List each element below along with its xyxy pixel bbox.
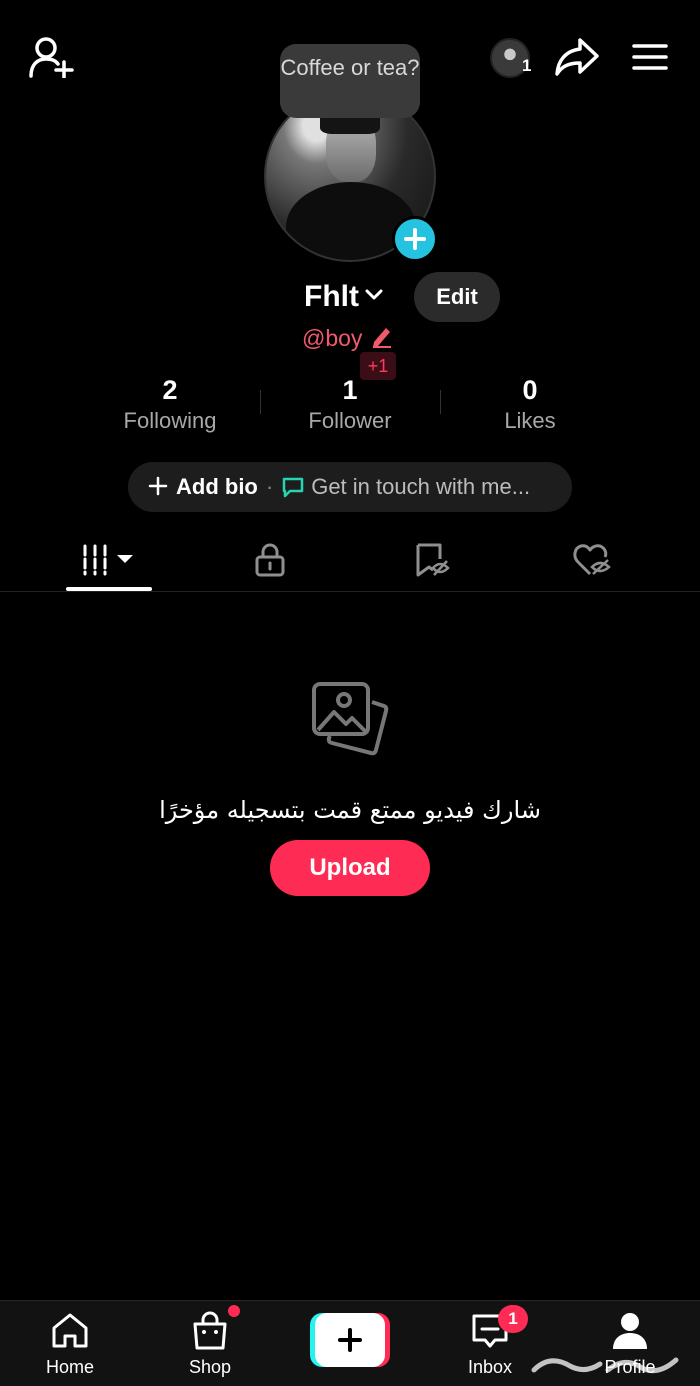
username-handle: @boy	[302, 324, 363, 351]
bookmark-hidden-icon	[416, 543, 450, 577]
profile-stats: 2 Following 1 Follower 0 Likes	[80, 374, 620, 440]
stat-following[interactable]: 2 Following	[80, 374, 260, 436]
empty-state-message: شارك فيديو ممتع قمت بتسجيله مؤخرًا	[159, 796, 541, 824]
tab-saved[interactable]	[387, 530, 477, 590]
add-bio-label[interactable]: Add bio	[176, 474, 258, 500]
grid-icon	[83, 544, 133, 576]
photos-icon	[0, 680, 700, 760]
nav-shop-label: Shop	[188, 1357, 232, 1377]
stat-label: Following	[123, 408, 217, 433]
profile-tabs	[0, 530, 700, 592]
share-arrow-icon	[555, 38, 599, 76]
stat-value: 1	[342, 375, 358, 405]
stat-label: Follower	[308, 408, 392, 433]
bio-pill[interactable]: Add bio · Get in touch with me...	[128, 462, 572, 512]
name-row: Fhlt Edit	[0, 272, 700, 324]
hamburger-menu-icon	[632, 44, 668, 70]
add-story-button[interactable]	[392, 216, 438, 262]
chat-bubble-icon	[281, 475, 305, 499]
nav-home[interactable]: Home	[20, 1301, 120, 1386]
viewer-count: 1	[522, 56, 532, 75]
empty-state: شارك فيديو ممتع قمت بتسجيله مؤخرًا	[0, 680, 700, 824]
profile-viewers-button[interactable]: 1	[482, 36, 538, 80]
stat-followers[interactable]: 1 Follower	[260, 374, 440, 436]
edit-profile-button[interactable]: Edit	[414, 272, 500, 322]
tab-liked[interactable]	[547, 530, 637, 590]
create-button[interactable]	[310, 1313, 390, 1367]
handle-row[interactable]: @boy	[302, 322, 394, 354]
get-in-touch-label[interactable]: Get in touch with me...	[311, 474, 530, 500]
separator: ·	[265, 474, 274, 499]
plus-icon	[148, 472, 168, 503]
active-tab-indicator	[66, 587, 152, 591]
pencil-icon	[370, 324, 394, 353]
home-icon	[20, 1311, 120, 1349]
tab-videos[interactable]	[64, 530, 154, 590]
nav-shop[interactable]: Shop	[160, 1301, 260, 1386]
menu-button[interactable]	[626, 36, 674, 78]
add-friend-button[interactable]	[26, 34, 76, 80]
plus-icon	[404, 228, 426, 250]
inbox-badge: 1	[498, 1305, 528, 1333]
stat-likes[interactable]: 0 Likes	[440, 374, 620, 436]
nav-home-label: Home	[45, 1357, 94, 1377]
upload-button[interactable]: Upload	[270, 840, 430, 896]
plus-icon	[315, 1313, 385, 1367]
share-button[interactable]	[552, 34, 602, 80]
stat-label: Likes	[504, 408, 556, 433]
chevron-down-icon[interactable]	[364, 288, 384, 307]
note-bubble[interactable]: Coffee or tea?	[280, 44, 420, 118]
nav-inbox-label: Inbox	[467, 1357, 513, 1377]
lock-icon	[255, 543, 285, 577]
stat-value: 0	[522, 375, 538, 405]
display-name[interactable]: Fhlt	[304, 280, 359, 314]
stat-value: 2	[162, 375, 178, 405]
shop-notification-dot	[228, 1305, 240, 1317]
heart-hidden-icon	[573, 544, 611, 576]
tab-private[interactable]	[225, 530, 315, 590]
watermark-logo	[530, 1342, 680, 1380]
person-add-icon	[29, 37, 74, 78]
shopping-bag-icon	[160, 1311, 260, 1351]
